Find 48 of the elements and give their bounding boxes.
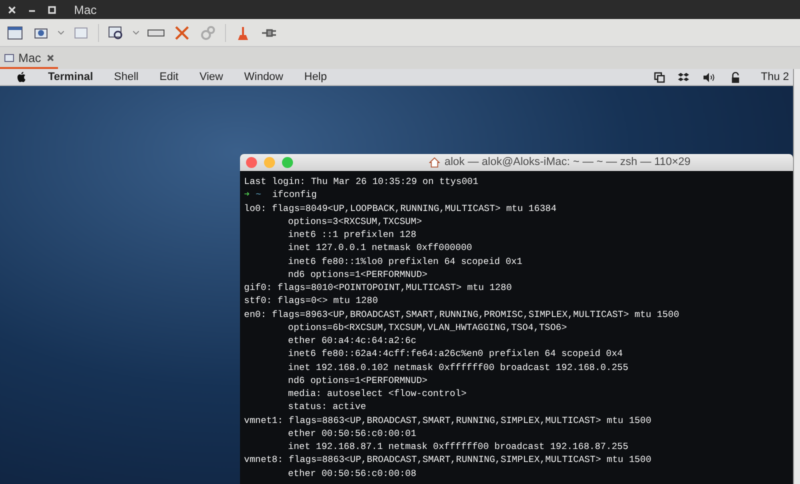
terminal-line: vmnet8: flags=8863<UP,BROADCAST,SMART,RUNNING,SIMPLEX,MULTICAST> mtu 1500 bbox=[244, 453, 652, 466]
maximize-icon[interactable] bbox=[48, 6, 56, 14]
terminal-line: gif0: flags=8010<POINTOPOINT,MULTICAST> mtu 1280 bbox=[244, 281, 513, 294]
terminal-command: ifconfig bbox=[272, 188, 317, 202]
prompt-directory: ~ bbox=[256, 188, 262, 202]
terminal-line: Last login: Thu Mar 26 10:35:29 on ttys001 bbox=[244, 175, 480, 188]
terminal-line: nd6 options=1<PERFORMNUD> bbox=[287, 374, 428, 387]
terminal-line: ether 60:a4:4c:64:a2:6c bbox=[287, 334, 418, 348]
terminal-line: status: active bbox=[287, 400, 368, 414]
menu-bar-clock: Thu 2 bbox=[760, 70, 789, 85]
menu-item[interactable]: Shell bbox=[114, 68, 138, 86]
menu-item[interactable]: Help bbox=[304, 68, 327, 86]
prompt-arrow: ➜ bbox=[244, 188, 250, 202]
terminal-line: vmnet1: flags=8863<UP,BROADCAST,SMART,RUNNING,SIMPLEX,MULTICAST> mtu 1500 bbox=[244, 414, 652, 427]
terminal-line: inet6 fe80::62a4:4cff:fe64:a26c%en0 prefixlen 64 scopeid 0x4 bbox=[287, 347, 624, 360]
window-icon bbox=[4, 52, 14, 64]
terminal-line: en0: flags=8963<UP,BROADCAST,SMART,RUNNING,PROMISC,SIMPLEX,MULTICAST> mtu 1500 bbox=[244, 308, 680, 321]
terminal-line: options=6b<RXCSUM,TXCSUM,VLAN_HWTAGGING,TSO4,TSO6> bbox=[287, 320, 568, 334]
magnifier-icon[interactable] bbox=[107, 24, 125, 42]
windows-icon[interactable] bbox=[654, 72, 665, 82]
house-icon bbox=[429, 157, 440, 168]
terminal-title: alok — alok@Aloks-iMac: ~ — ~ — zsh — 110×29 bbox=[444, 155, 691, 170]
terminal-line: ether 00:50:56:c0:00:08 bbox=[287, 466, 418, 480]
terminal-line: inet6 ::1 prefixlen 128 bbox=[287, 228, 418, 242]
lock-icon[interactable] bbox=[730, 72, 740, 82]
window-icon[interactable] bbox=[6, 24, 24, 42]
caret-icon[interactable] bbox=[58, 30, 64, 34]
caret-icon[interactable] bbox=[133, 30, 139, 34]
terminal-line: inet 192.168.87.1 netmask 0xffffff00 broadcast 192.168.87.255 bbox=[287, 440, 630, 454]
terminal-line: inet6 fe80::1%lo0 prefixlen 64 scopeid 0x1 bbox=[287, 254, 524, 268]
tools-icon[interactable] bbox=[173, 24, 191, 42]
terminal-line: inet 192.168.0.102 netmask 0xffffff00 broadcast 192.168.0.255 bbox=[287, 360, 630, 374]
terminal-line: ether 00:50:56:c0:00:01 bbox=[287, 426, 418, 440]
terminal-line: options=3<RXCSUM,TXCSUM> bbox=[287, 214, 423, 228]
speaker-icon[interactable] bbox=[702, 72, 716, 82]
terminal-line: lo0: flags=8049<UP,LOOPBACK,RUNNING,MULTICAST> mtu 16384 bbox=[244, 202, 558, 215]
terminal-line: media: autoselect <flow-control> bbox=[287, 387, 468, 400]
box-icon[interactable] bbox=[678, 72, 689, 82]
menu-item[interactable]: View bbox=[199, 68, 224, 86]
menu-item[interactable]: Terminal bbox=[48, 68, 94, 86]
close-icon[interactable] bbox=[47, 54, 54, 62]
menu-item[interactable]: Window bbox=[244, 68, 284, 86]
menu-item[interactable]: Edit bbox=[160, 68, 178, 86]
terminal-line: inet 127.0.0.1 netmask 0xff000000 bbox=[287, 241, 474, 254]
terminal-line: stf0: flags=0<> mtu 1280 bbox=[244, 294, 379, 308]
terminal-line: nd6 options=1<PERFORMNUD> bbox=[287, 268, 428, 281]
apple-logo-icon[interactable] bbox=[16, 71, 27, 83]
window-title: Mac bbox=[74, 2, 97, 18]
